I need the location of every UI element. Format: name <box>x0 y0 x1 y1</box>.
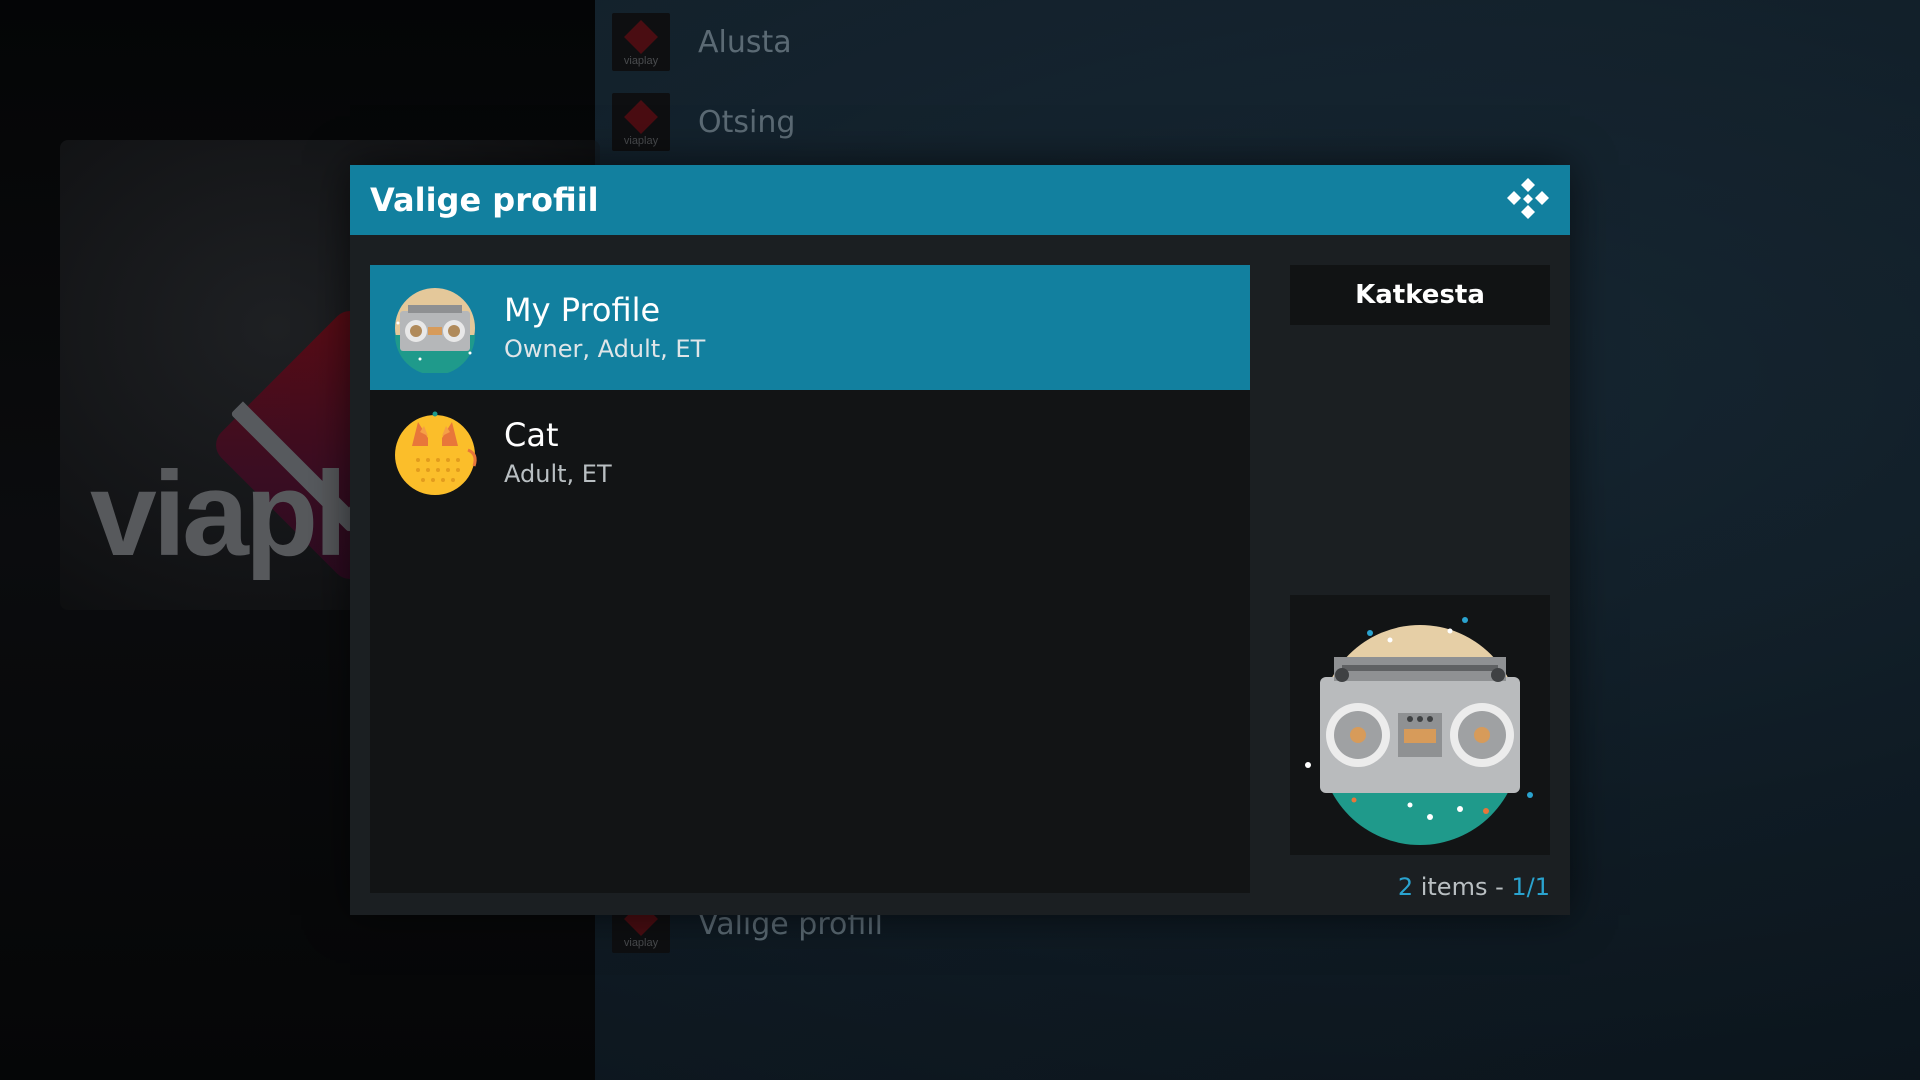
boombox-preview-icon <box>1305 617 1533 845</box>
cancel-button[interactable]: Katkesta <box>1290 265 1550 325</box>
profile-details: Owner, Adult, ET <box>504 334 706 363</box>
profile-name: My Profile <box>504 290 661 329</box>
boombox-avatar-icon <box>395 287 475 373</box>
menu-item-alusta[interactable]: viaplay Alusta <box>612 10 792 74</box>
kodi-logo-icon <box>1507 178 1549 219</box>
profile-item-my-profile[interactable]: My Profile Owner, Adult, ET <box>370 265 1250 390</box>
select-profile-dialog: Valige profiil My Profile Owner, Adult, … <box>350 165 1570 915</box>
profile-list: My Profile Owner, Adult, ET Cat Adult, E… <box>370 265 1250 893</box>
dialog-title: Valige profiil <box>370 181 599 219</box>
viaplay-thumb-icon: viaplay <box>612 93 670 151</box>
item-count: 2 items - 1/1 <box>1398 873 1550 901</box>
screen: viapl viaplay Alusta viaplay Otsing viap… <box>0 0 1920 1080</box>
profile-details: Adult, ET <box>504 459 612 488</box>
profile-item-cat[interactable]: Cat Adult, ET <box>370 390 1250 515</box>
menu-item-label: Alusta <box>698 24 792 60</box>
menu-item-label: Otsing <box>698 104 796 140</box>
menu-item-otsing[interactable]: viaplay Otsing <box>612 90 795 154</box>
cat-avatar-icon <box>395 411 477 495</box>
item-count-number: 2 <box>1397 873 1414 901</box>
item-count-page: 1/1 <box>1511 873 1550 901</box>
profile-name: Cat <box>504 415 559 454</box>
viaplay-thumb-icon: viaplay <box>612 13 670 71</box>
item-count-label: items - <box>1413 873 1512 901</box>
profile-preview-panel <box>1290 595 1550 855</box>
dialog-header: Valige profiil <box>350 165 1570 235</box>
viaplay-wordmark: viapl <box>90 447 347 581</box>
